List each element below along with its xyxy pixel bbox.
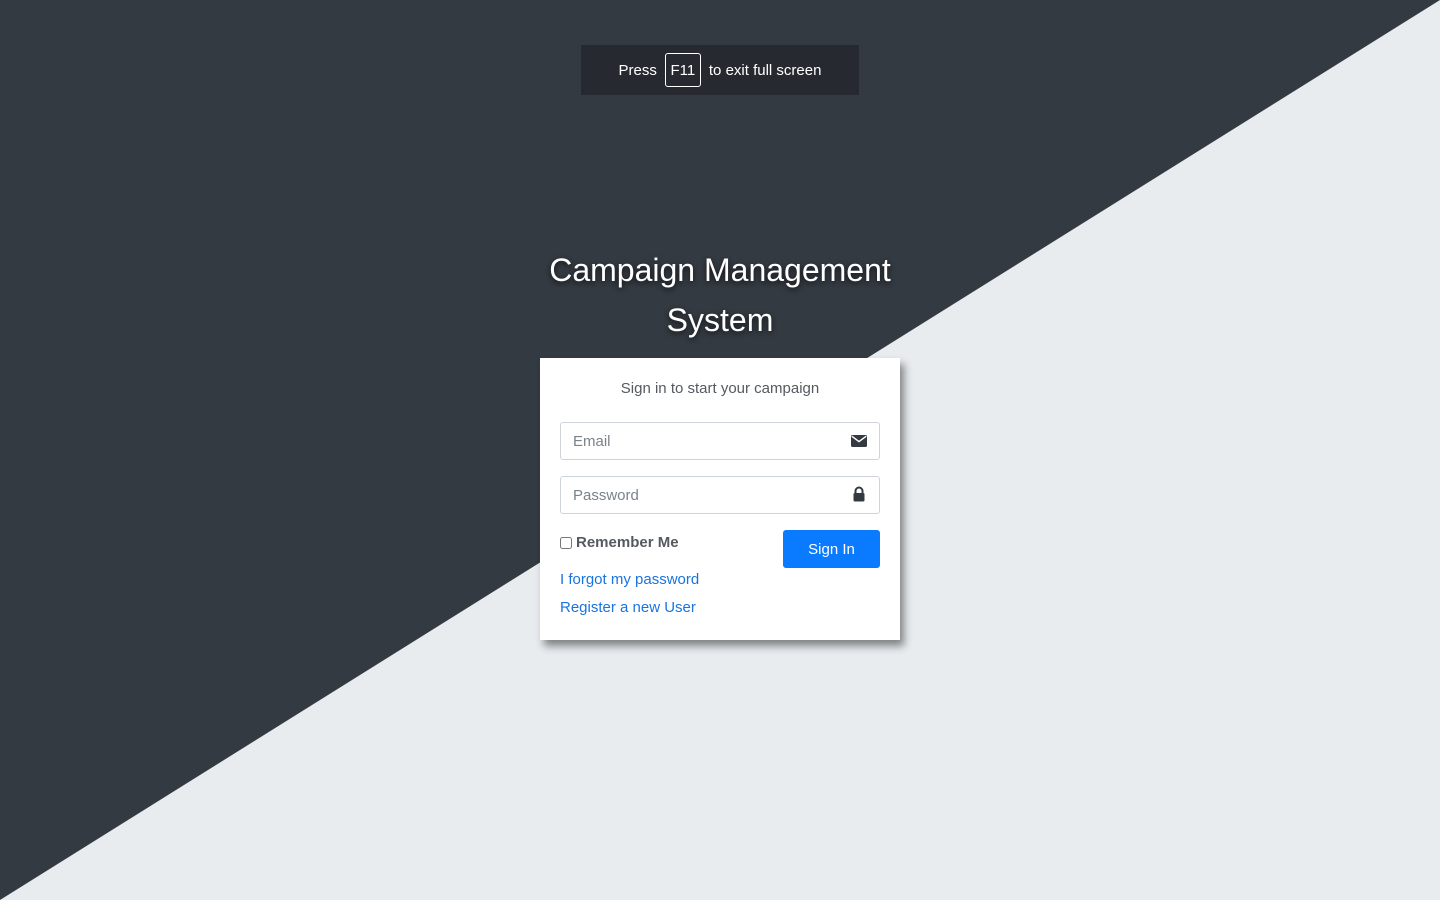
login-card: Sign in to start your campaign Remember … (540, 358, 900, 640)
f11-key-badge: F11 (664, 53, 701, 87)
remember-me-checkbox[interactable] (560, 536, 572, 549)
password-field[interactable] (560, 476, 880, 514)
login-message: Sign in to start your campaign (620, 380, 820, 397)
page-subtitle: System (666, 302, 774, 338)
lock-icon (851, 486, 867, 502)
password-input[interactable] (561, 477, 831, 513)
email-field[interactable] (560, 422, 880, 460)
remember-me[interactable]: Remember Me (560, 534, 679, 551)
remember-me-label: Remember Me (576, 534, 679, 551)
page-title: Campaign Management (549, 252, 891, 288)
fullscreen-notice-prefix: Press (618, 61, 657, 79)
sign-in-button[interactable]: Sign In (783, 530, 880, 568)
fullscreen-notice: Press F11 to exit full screen (581, 45, 859, 95)
fullscreen-notice-suffix: to exit full screen (708, 61, 822, 79)
forgot-password-link[interactable]: I forgot my password (560, 571, 699, 588)
email-input[interactable] (561, 423, 831, 459)
register-link[interactable]: Register a new User (560, 599, 696, 616)
envelope-icon (851, 434, 867, 448)
